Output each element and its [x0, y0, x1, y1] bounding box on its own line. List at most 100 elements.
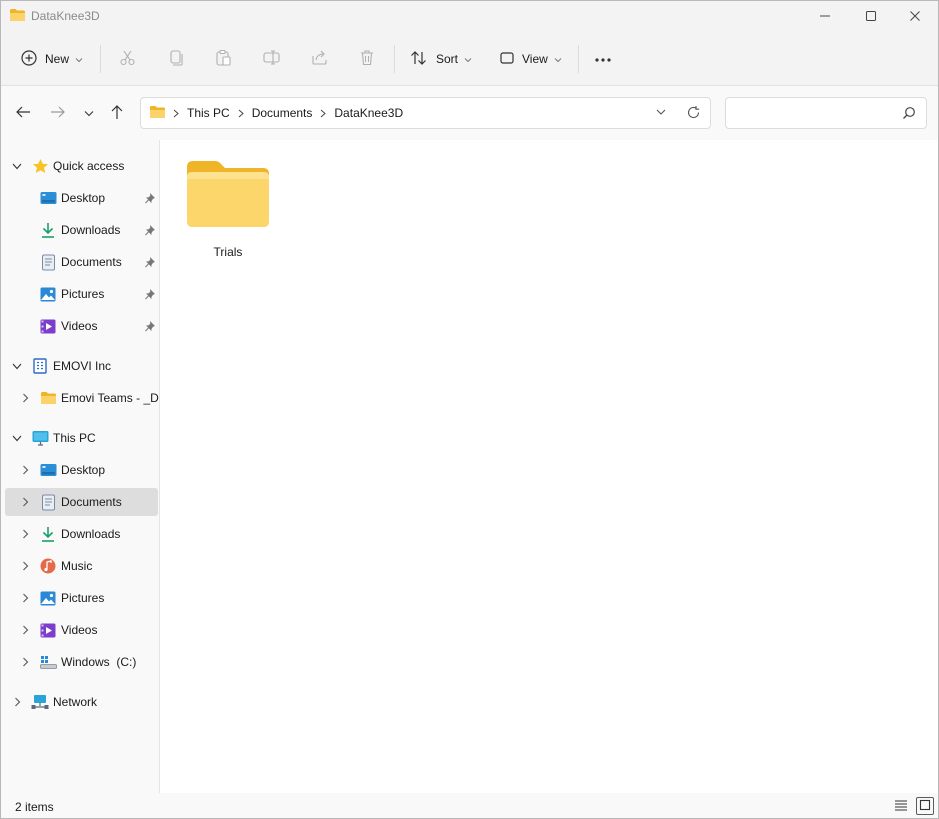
chevron-right-icon[interactable]	[19, 560, 31, 572]
folder-icon	[9, 8, 26, 25]
chevron-right-icon[interactable]	[11, 696, 23, 708]
more-options-button[interactable]	[594, 43, 612, 75]
view-button[interactable]: View	[500, 43, 562, 75]
file-list-area[interactable]: Trials	[160, 140, 938, 793]
sidebar-item-label: Downloads	[61, 223, 121, 237]
sidebar-item-pictures[interactable]: Pictures	[5, 584, 158, 612]
arrow-right-icon	[50, 105, 66, 122]
chevron-down-icon	[75, 52, 83, 66]
sidebar-item-music[interactable]: Music	[5, 552, 158, 580]
sort-icon	[410, 50, 428, 69]
sidebar-item-qa-documents[interactable]: Documents	[5, 248, 158, 276]
sidebar-item-label: Videos	[61, 319, 98, 333]
chevron-right-icon[interactable]	[19, 656, 31, 668]
close-icon	[909, 10, 921, 25]
share-button[interactable]	[311, 43, 328, 75]
folder-item[interactable]: Trials	[180, 154, 276, 264]
pictures-icon	[39, 589, 57, 607]
chevron-down-icon[interactable]	[11, 360, 23, 372]
chevron-right-icon[interactable]	[19, 624, 31, 636]
cut-button[interactable]	[119, 43, 136, 75]
sidebar-item-qa-downloads[interactable]: Downloads	[5, 216, 158, 244]
sidebar-item-documents[interactable]: Documents	[5, 488, 158, 516]
sidebar-item-qa-desktop[interactable]: Desktop	[5, 184, 158, 212]
sidebar-item-qa-videos[interactable]: Videos	[5, 312, 158, 340]
window-title: DataKnee3D	[31, 9, 100, 23]
new-button[interactable]: New	[21, 43, 83, 75]
pin-icon[interactable]	[145, 288, 156, 303]
paste-button[interactable]	[215, 43, 232, 75]
sidebar-item-label: This PC	[53, 431, 96, 445]
details-view-button[interactable]	[892, 797, 910, 815]
breadcrumb-this-pc[interactable]: This PC	[187, 106, 230, 120]
sort-button[interactable]: Sort	[410, 43, 472, 75]
sidebar-item-videos[interactable]: Videos	[5, 616, 158, 644]
rename-button[interactable]	[263, 43, 281, 75]
sidebar-item-windows-c[interactable]: Windows (C:)	[5, 648, 158, 676]
chevron-down-icon[interactable]	[11, 160, 23, 172]
item-count: 2 items	[15, 800, 54, 814]
sidebar-item-label: Pictures	[61, 591, 105, 605]
sidebar-item-label: Emovi Teams - _De	[61, 391, 160, 405]
command-bar: New Sort View	[1, 33, 938, 86]
minimize-button[interactable]	[802, 1, 848, 33]
pin-icon[interactable]	[145, 192, 156, 207]
large-icons-view-button[interactable]	[916, 797, 934, 815]
desktop-icon	[39, 461, 57, 479]
sidebar-item-quick-access[interactable]: Quick access	[5, 152, 158, 180]
sidebar-item-label: Videos	[61, 623, 98, 637]
back-button[interactable]	[13, 103, 33, 123]
breadcrumb-documents[interactable]: Documents	[252, 106, 313, 120]
sidebar-item-qa-pictures[interactable]: Pictures	[5, 280, 158, 308]
drive-icon	[39, 653, 57, 671]
plus-circle-icon	[21, 49, 37, 69]
folder-icon	[39, 389, 57, 407]
sidebar-item-label: Quick access	[53, 159, 125, 173]
sidebar-item-network[interactable]: Network	[5, 688, 158, 716]
sidebar-item-label: Windows (C:)	[61, 655, 137, 669]
sidebar-item-this-pc[interactable]: This PC	[5, 424, 158, 452]
folder-name: Trials	[213, 245, 243, 259]
download-icon	[39, 525, 57, 543]
sidebar-item-desktop[interactable]: Desktop	[5, 456, 158, 484]
copy-button[interactable]	[168, 43, 184, 75]
pin-icon[interactable]	[145, 320, 156, 335]
chevron-right-icon[interactable]	[19, 464, 31, 476]
sidebar-item-label: Network	[53, 695, 98, 709]
arrow-left-icon	[15, 105, 31, 122]
close-button[interactable]	[892, 1, 938, 33]
recent-locations-button[interactable]	[79, 103, 99, 123]
search-box[interactable]	[725, 97, 927, 129]
up-button[interactable]	[107, 103, 127, 123]
chevron-right-icon[interactable]	[19, 528, 31, 540]
sidebar-item-label: Desktop	[61, 191, 106, 205]
chevron-right-icon[interactable]	[19, 496, 31, 508]
breadcrumb-dataknee3d[interactable]: DataKnee3D	[334, 106, 403, 120]
sidebar-item-emovi-inc[interactable]: EMOVI Inc	[5, 352, 158, 380]
sidebar-item-label: Pictures	[61, 287, 105, 301]
chevron-right-icon[interactable]	[19, 592, 31, 604]
pin-icon[interactable]	[145, 224, 156, 239]
view-label: View	[522, 52, 548, 66]
maximize-icon	[865, 10, 877, 25]
download-icon	[39, 221, 57, 239]
search-input[interactable]	[734, 104, 898, 124]
pictures-icon	[39, 285, 57, 303]
list-view-icon	[894, 799, 908, 814]
maximize-button[interactable]	[848, 1, 894, 33]
address-row: This PC Documents DataKnee3D	[1, 86, 938, 140]
file-explorer-window: DataKnee3D New Sort View This PC Documen…	[0, 0, 939, 819]
address-bar[interactable]: This PC Documents DataKnee3D	[140, 97, 711, 129]
forward-button[interactable]	[48, 103, 68, 123]
delete-button[interactable]	[359, 43, 375, 75]
chevron-down-icon[interactable]	[11, 432, 23, 444]
network-icon	[31, 693, 49, 711]
sort-label: Sort	[436, 52, 459, 66]
sidebar-item-emovi-teams[interactable]: Emovi Teams - _De	[5, 384, 160, 412]
chevron-down-icon[interactable]	[655, 106, 667, 121]
pin-icon[interactable]	[145, 256, 156, 271]
refresh-icon[interactable]	[686, 105, 701, 123]
toolbar-divider	[578, 45, 579, 73]
sidebar-item-downloads[interactable]: Downloads	[5, 520, 158, 548]
chevron-right-icon[interactable]	[19, 392, 31, 404]
